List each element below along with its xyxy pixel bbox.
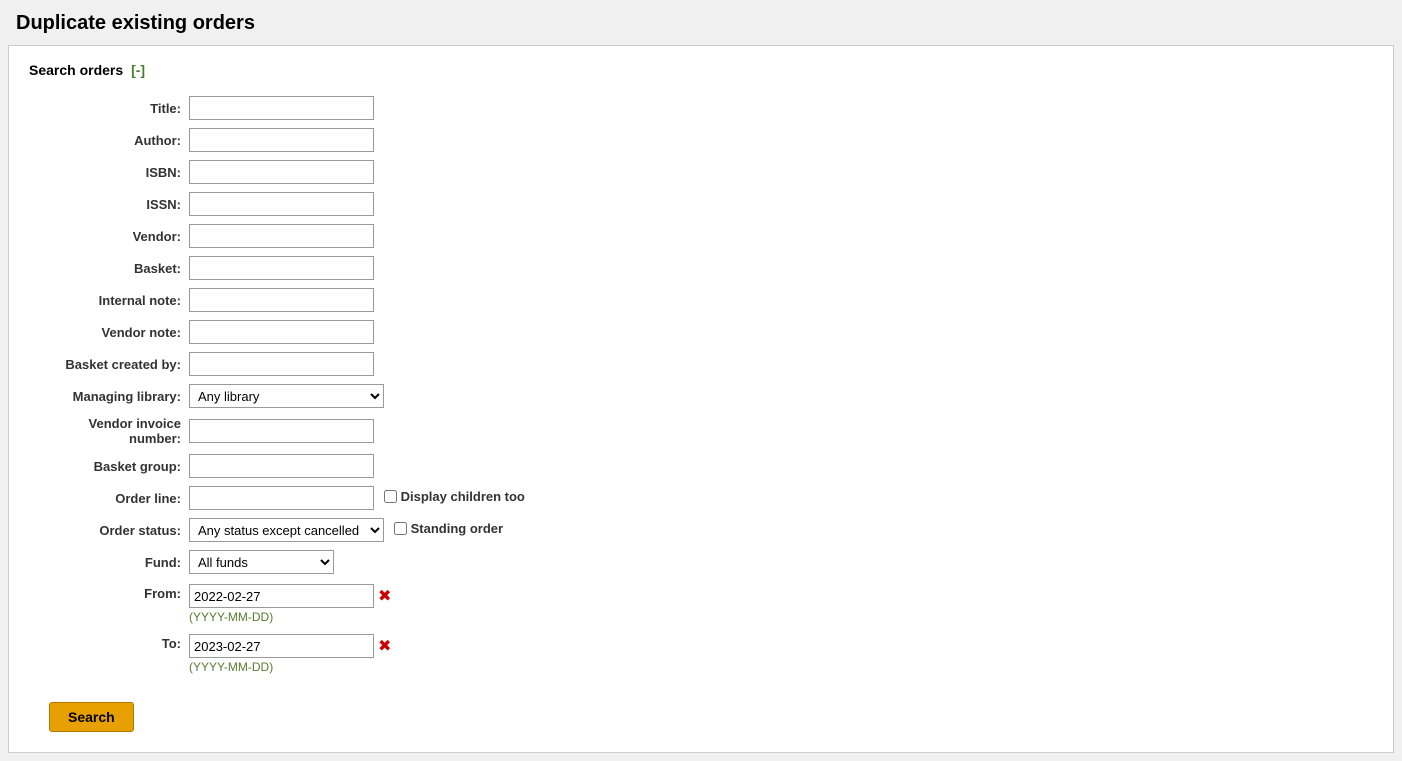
standing-order-label: Standing order xyxy=(411,521,503,536)
fund-label: Fund: xyxy=(29,546,189,578)
to-date-clear-icon[interactable]: ✖ xyxy=(378,636,391,656)
basket-group-label: Basket group: xyxy=(29,450,189,482)
title-row: Title: xyxy=(29,92,1373,124)
from-date-block: ✖ (YYYY-MM-DD) xyxy=(189,584,391,624)
search-section: Search orders [-] Title: Author: xyxy=(8,45,1394,753)
from-date-row: From: ✖ (YYYY-MM-DD) xyxy=(29,578,1373,628)
to-date-row: To: ✖ (YYYY-MM-DD) xyxy=(29,628,1373,678)
from-label: From: xyxy=(29,578,189,628)
vendor-label: Vendor: xyxy=(29,220,189,252)
issn-label: ISSN: xyxy=(29,188,189,220)
display-children-checkbox[interactable] xyxy=(384,490,397,503)
form-actions: Search xyxy=(29,690,1373,732)
internal-note-row: Internal note: xyxy=(29,284,1373,316)
to-date-input[interactable] xyxy=(189,634,374,658)
basket-row: Basket: xyxy=(29,252,1373,284)
title-input[interactable] xyxy=(189,96,374,120)
from-date-line: ✖ xyxy=(189,584,391,608)
vendor-invoice-row: Vendor invoicenumber: xyxy=(29,412,1373,450)
fund-row: Fund: All funds xyxy=(29,546,1373,578)
internal-note-input[interactable] xyxy=(189,288,374,312)
to-date-line: ✖ xyxy=(189,634,391,658)
basket-input[interactable] xyxy=(189,256,374,280)
author-input[interactable] xyxy=(189,128,374,152)
display-children-too-wrapper: Display children too xyxy=(384,489,525,504)
basket-group-row: Basket group: xyxy=(29,450,1373,482)
managing-library-select[interactable]: Any library xyxy=(189,384,384,408)
internal-note-label: Internal note: xyxy=(29,284,189,316)
isbn-label: ISBN: xyxy=(29,156,189,188)
issn-row: ISSN: xyxy=(29,188,1373,220)
section-header: Search orders [-] xyxy=(29,62,1373,78)
from-date-hint: (YYYY-MM-DD) xyxy=(189,610,391,624)
order-status-select[interactable]: Any status except cancelled xyxy=(189,518,384,542)
vendor-invoice-input[interactable] xyxy=(189,419,374,443)
basket-created-by-input[interactable] xyxy=(189,352,374,376)
search-form: Title: Author: ISBN: xyxy=(29,92,1373,678)
order-status-label: Order status: xyxy=(29,514,189,546)
vendor-note-row: Vendor note: xyxy=(29,316,1373,348)
collapse-button[interactable]: [-] xyxy=(131,62,145,78)
vendor-note-input[interactable] xyxy=(189,320,374,344)
managing-library-row: Managing library: Any library xyxy=(29,380,1373,412)
search-button[interactable]: Search xyxy=(49,702,134,732)
vendor-row: Vendor: xyxy=(29,220,1373,252)
basket-label: Basket: xyxy=(29,252,189,284)
section-header-text: Search orders xyxy=(29,62,123,78)
order-line-input[interactable] xyxy=(189,486,374,510)
author-label: Author: xyxy=(29,124,189,156)
standing-order-checkbox[interactable] xyxy=(394,522,407,535)
vendor-note-label: Vendor note: xyxy=(29,316,189,348)
vendor-input[interactable] xyxy=(189,224,374,248)
order-line-row: Order line: Display children too xyxy=(29,482,1373,514)
author-row: Author: xyxy=(29,124,1373,156)
order-status-row: Order status: Any status except cancelle… xyxy=(29,514,1373,546)
issn-input[interactable] xyxy=(189,192,374,216)
display-children-label: Display children too xyxy=(401,489,525,504)
isbn-row: ISBN: xyxy=(29,156,1373,188)
from-date-clear-icon[interactable]: ✖ xyxy=(378,586,391,606)
managing-library-label: Managing library: xyxy=(29,380,189,412)
isbn-input[interactable] xyxy=(189,160,374,184)
title-label: Title: xyxy=(29,92,189,124)
vendor-invoice-label: Vendor invoicenumber: xyxy=(29,412,189,450)
page-wrapper: Duplicate existing orders Search orders … xyxy=(0,0,1402,753)
fund-select[interactable]: All funds xyxy=(189,550,334,574)
standing-order-wrapper: Standing order xyxy=(394,521,503,536)
to-date-hint: (YYYY-MM-DD) xyxy=(189,660,391,674)
to-date-block: ✖ (YYYY-MM-DD) xyxy=(189,634,391,674)
basket-group-input[interactable] xyxy=(189,454,374,478)
basket-created-by-label: Basket created by: xyxy=(29,348,189,380)
order-line-label: Order line: xyxy=(29,482,189,514)
to-label: To: xyxy=(29,628,189,678)
page-title: Duplicate existing orders xyxy=(0,0,1402,45)
from-date-input[interactable] xyxy=(189,584,374,608)
basket-created-by-row: Basket created by: xyxy=(29,348,1373,380)
